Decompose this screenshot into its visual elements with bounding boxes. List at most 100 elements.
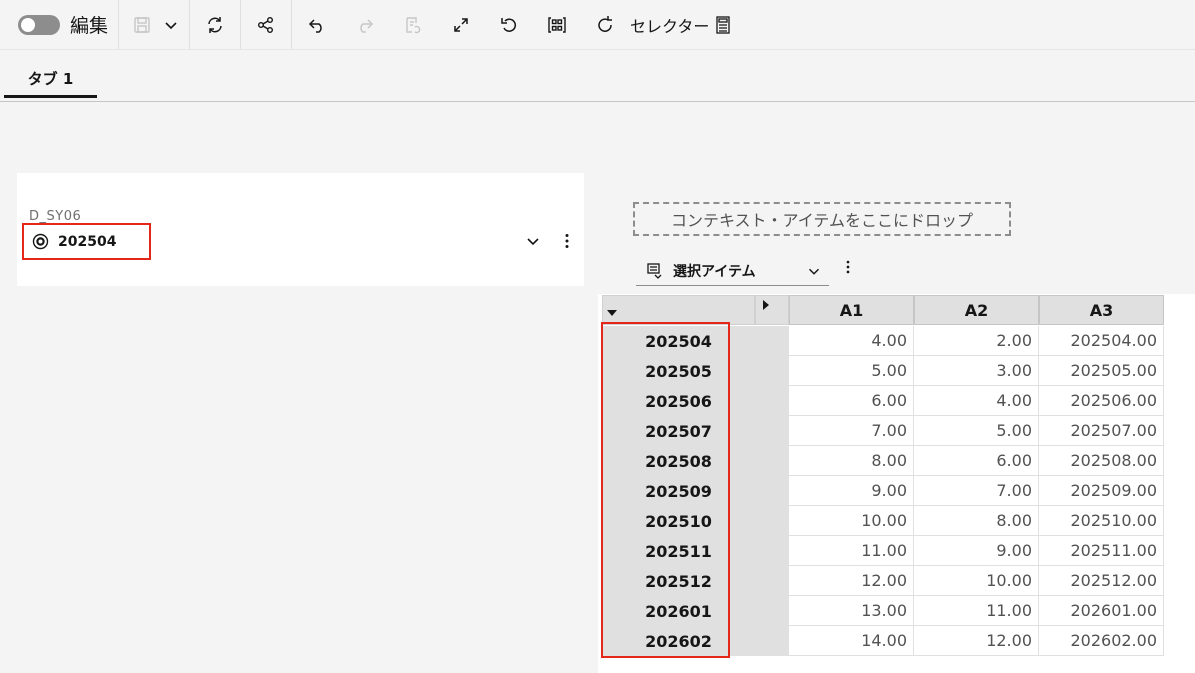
save-group — [119, 0, 191, 49]
selection-list-icon — [647, 263, 662, 279]
row-header[interactable]: 202512 — [602, 566, 755, 596]
table-cell[interactable]: 8.00 — [914, 506, 1039, 536]
context-drop-zone[interactable]: コンテキスト・アイテムをここにドロップ — [633, 202, 1011, 236]
share-group — [241, 0, 293, 49]
table-cell[interactable]: 202505.00 — [1039, 356, 1164, 386]
caret-right-icon[interactable] — [761, 300, 771, 310]
selector-caption: D_SY06 — [29, 209, 82, 224]
history-group: セレクター — [292, 0, 743, 49]
row-header[interactable]: 202511 — [602, 536, 755, 566]
tab-1[interactable]: タブ 1 — [4, 62, 97, 98]
row-header[interactable]: 202505 — [602, 356, 755, 386]
table-cell[interactable]: 202507.00 — [1039, 416, 1164, 446]
row-header[interactable]: 202509 — [602, 476, 755, 506]
expand-icon[interactable] — [444, 8, 478, 42]
sync-icon[interactable] — [588, 8, 622, 42]
row-header[interactable]: 202602 — [602, 626, 755, 656]
drop-header: コンテキスト・アイテムをここにドロップ — [598, 152, 1195, 244]
selector-value-highlight[interactable]: 202504 — [22, 223, 151, 260]
table-cell[interactable]: 202602.00 — [1039, 626, 1164, 656]
row-header[interactable]: 202510 — [602, 506, 755, 536]
selector-value: 202504 — [58, 233, 117, 250]
toolbar: 編集 セレクター — [0, 0, 1195, 50]
reset-icon[interactable] — [492, 8, 526, 42]
row-header-spacer — [755, 566, 789, 596]
chevron-down-icon[interactable] — [523, 231, 543, 251]
table-cell[interactable]: 202509.00 — [1039, 476, 1164, 506]
table-cell[interactable]: 10.00 — [914, 566, 1039, 596]
row-header-spacer — [755, 446, 789, 476]
row-axis-header[interactable] — [602, 295, 755, 325]
table-cell[interactable]: 4.00 — [914, 386, 1039, 416]
redo-icon[interactable] — [348, 8, 382, 42]
table-cell[interactable]: 13.00 — [789, 596, 914, 626]
table-cell[interactable]: 8.00 — [789, 446, 914, 476]
table-cell[interactable]: 9.00 — [789, 476, 914, 506]
table-cell[interactable]: 4.00 — [789, 326, 914, 356]
row-header[interactable]: 202508 — [602, 446, 755, 476]
save-icon[interactable] — [125, 8, 159, 42]
tab-bar: タブ 1 — [0, 50, 1195, 102]
row-header[interactable]: 202504 — [602, 326, 755, 356]
undo-icon[interactable] — [300, 8, 334, 42]
caret-down-icon[interactable] — [607, 308, 617, 318]
table-cell[interactable]: 3.00 — [914, 356, 1039, 386]
edit-toggle[interactable] — [18, 14, 60, 35]
table-cell[interactable]: 202510.00 — [1039, 506, 1164, 536]
row-header-spacer — [755, 536, 789, 566]
overflow-menu-icon[interactable] — [839, 258, 857, 276]
table-cell[interactable]: 14.00 — [789, 626, 914, 656]
table-cell[interactable]: 2.00 — [914, 326, 1039, 356]
row-header-spacer — [755, 506, 789, 536]
table-cell[interactable]: 202508.00 — [1039, 446, 1164, 476]
overflow-menu-icon[interactable] — [557, 231, 577, 251]
column-header[interactable]: A1 — [789, 295, 914, 325]
table-cell[interactable]: 6.00 — [914, 446, 1039, 476]
revert-icon[interactable] — [396, 8, 430, 42]
row-header[interactable]: 202506 — [602, 386, 755, 416]
table-cell[interactable]: 11.00 — [914, 596, 1039, 626]
refresh-group — [190, 0, 242, 49]
row-header-spacer — [755, 386, 789, 416]
table-cell[interactable]: 5.00 — [914, 416, 1039, 446]
column-header[interactable]: A3 — [1039, 295, 1164, 325]
refresh-icon[interactable] — [198, 8, 232, 42]
row-header-spacer — [755, 626, 789, 656]
edit-label: 編集 — [70, 15, 109, 37]
table-cell[interactable]: 9.00 — [914, 536, 1039, 566]
row-header-spacer — [755, 326, 789, 356]
table-cell[interactable]: 202506.00 — [1039, 386, 1164, 416]
column-axis-header[interactable] — [755, 295, 789, 325]
row-header[interactable]: 202507 — [602, 416, 755, 446]
table-cell[interactable]: 12.00 — [789, 566, 914, 596]
table-cell[interactable]: 6.00 — [789, 386, 914, 416]
layout-grid-icon[interactable] — [540, 8, 574, 42]
table-cell[interactable]: 202512.00 — [1039, 566, 1164, 596]
radio-selected-icon — [32, 233, 49, 250]
chevron-down-icon — [808, 268, 820, 275]
column-header[interactable]: A2 — [914, 295, 1039, 325]
table-cell[interactable]: 202601.00 — [1039, 596, 1164, 626]
selection-row: 選択アイテム — [598, 244, 1195, 294]
table-cell[interactable]: 202511.00 — [1039, 536, 1164, 566]
selector-label[interactable]: セレクター — [630, 13, 709, 37]
selector-card: D_SY06 202504 — [17, 173, 584, 286]
table-cell[interactable]: 5.00 — [789, 356, 914, 386]
table-cell[interactable]: 7.00 — [914, 476, 1039, 506]
selection-dropdown[interactable]: 選択アイテム — [636, 256, 829, 286]
share-icon[interactable] — [249, 8, 283, 42]
table-cell[interactable]: 7.00 — [789, 416, 914, 446]
save-chevron-down-icon[interactable] — [159, 8, 183, 42]
selection-dropdown-label: 選択アイテム — [673, 263, 756, 280]
table-cell[interactable]: 12.00 — [914, 626, 1039, 656]
table-cell[interactable]: 10.00 — [789, 506, 914, 536]
table-cell[interactable]: 202504.00 — [1039, 326, 1164, 356]
row-header[interactable]: 202601 — [602, 596, 755, 626]
row-header-spacer — [755, 356, 789, 386]
calculator-icon[interactable] — [711, 8, 735, 42]
row-header-spacer — [755, 476, 789, 506]
row-header-spacer — [755, 416, 789, 446]
row-header-spacer — [755, 596, 789, 626]
edit-toggle-group: 編集 — [0, 0, 120, 49]
table-cell[interactable]: 11.00 — [789, 536, 914, 566]
